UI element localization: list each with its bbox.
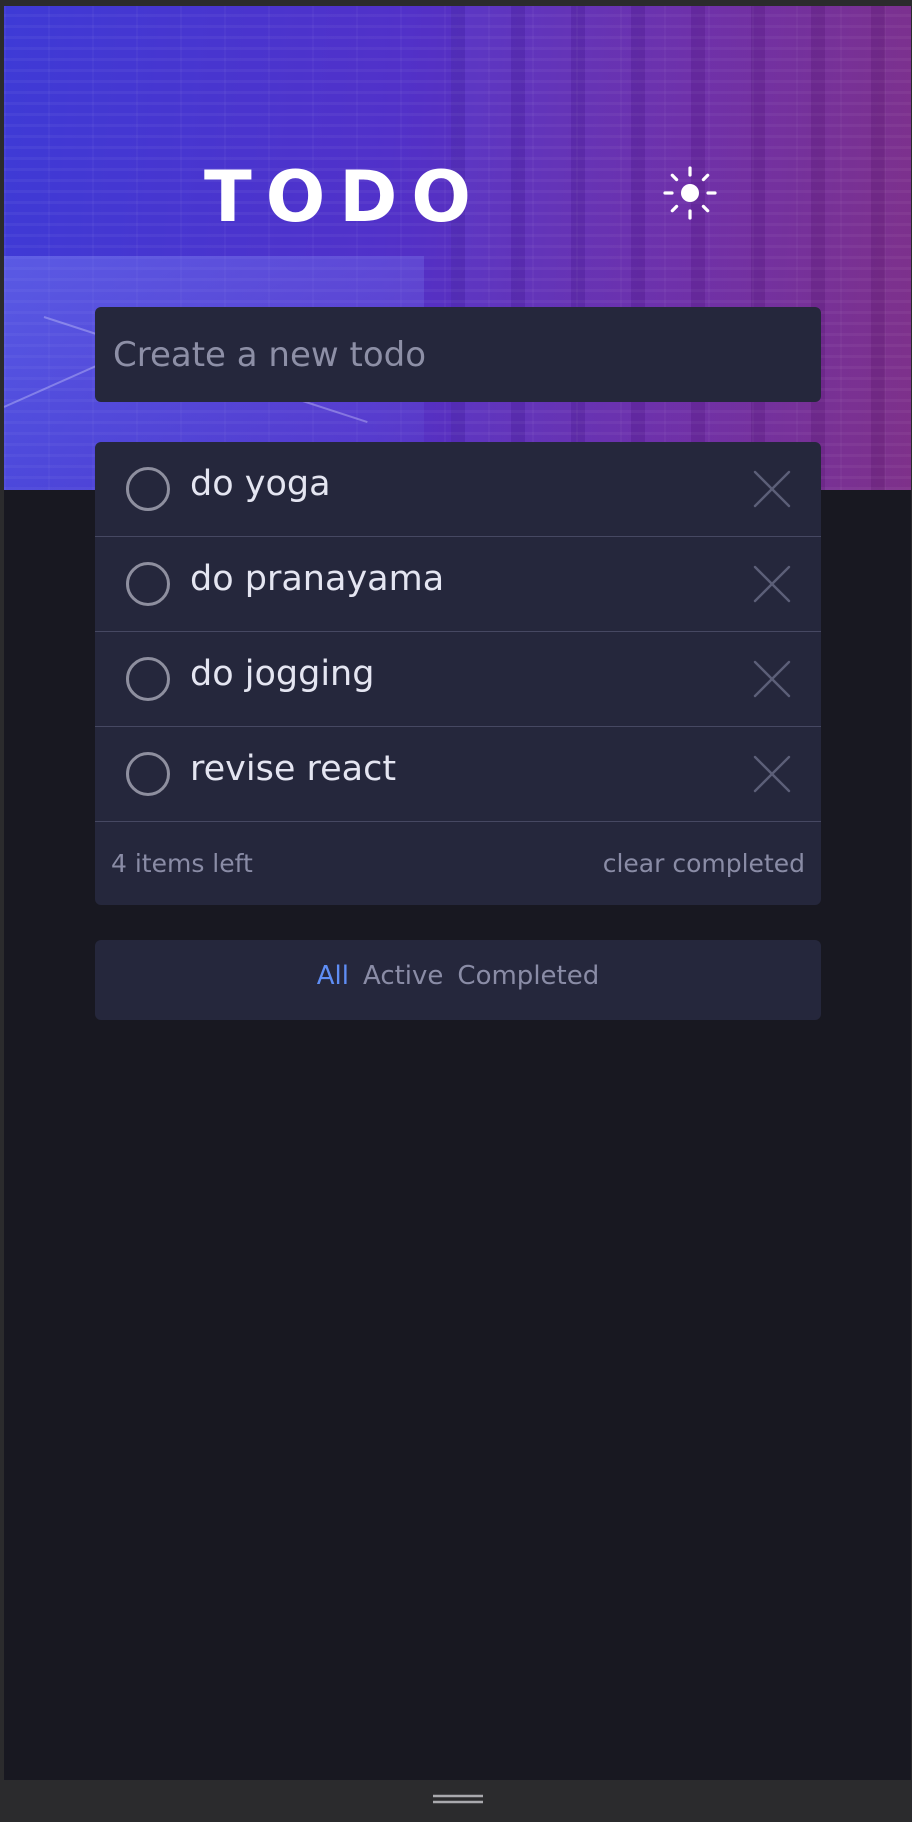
system-navigation-bar (0, 1780, 912, 1822)
app-title: TODO (204, 156, 485, 238)
delete-todo-button[interactable] (752, 564, 792, 604)
sun-icon (663, 166, 717, 220)
close-icon (753, 660, 791, 698)
close-icon (753, 755, 791, 793)
theme-toggle-button[interactable] (662, 165, 718, 221)
todo-text: do yoga (190, 464, 331, 504)
close-icon (753, 565, 791, 603)
delete-todo-button[interactable] (752, 754, 792, 794)
hallway-pillars (451, 6, 911, 490)
gesture-handle-icon[interactable] (432, 1794, 484, 1804)
clear-completed-button[interactable]: clear completed (603, 849, 805, 878)
todo-item: do pranayama (95, 537, 821, 632)
filter-completed-button[interactable]: Completed (457, 961, 599, 991)
header-background-image (4, 6, 911, 490)
new-todo-input[interactable] (95, 307, 821, 402)
list-footer: 4 items left clear completed (95, 822, 821, 905)
todo-text: revise react (190, 749, 397, 789)
delete-todo-button[interactable] (752, 659, 792, 699)
todo-checkbox[interactable] (126, 467, 170, 511)
close-icon (753, 470, 791, 508)
todo-item: do jogging (95, 632, 821, 727)
app-screen: TODO do yoga (4, 6, 911, 1780)
filter-all-button[interactable]: All (317, 961, 349, 991)
new-todo-card (95, 307, 821, 402)
todo-checkbox[interactable] (126, 752, 170, 796)
filter-active-button[interactable]: Active (363, 961, 443, 991)
todo-item: do yoga (95, 442, 821, 537)
todo-checkbox[interactable] (126, 657, 170, 701)
todo-list: do yoga do pranayama do jogging revise r… (95, 442, 821, 905)
todo-item: revise react (95, 727, 821, 822)
todo-checkbox[interactable] (126, 562, 170, 606)
todo-text: do jogging (190, 654, 375, 694)
items-left-count: 4 items left (111, 849, 253, 878)
filter-bar: All Active Completed (95, 940, 821, 1020)
delete-todo-button[interactable] (752, 469, 792, 509)
todo-text: do pranayama (190, 559, 445, 599)
